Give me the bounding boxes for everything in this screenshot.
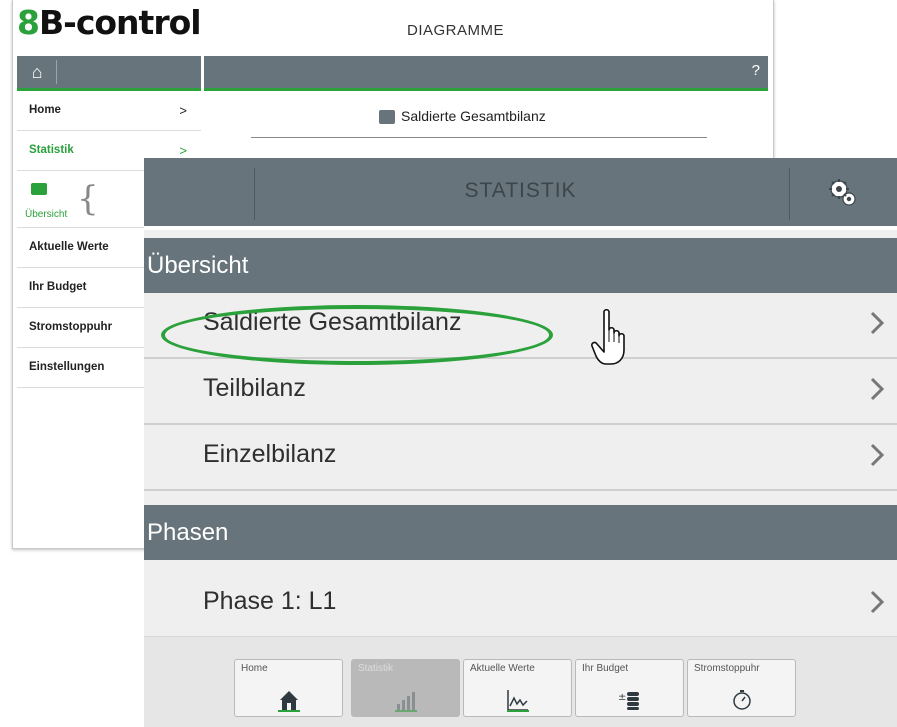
header-divider (144, 226, 897, 230)
chevron-right-icon (870, 590, 885, 614)
list-item-label: Phase 1: L1 (203, 587, 337, 615)
list-item-label: Einzelbilanz (203, 440, 337, 468)
statistik-panel: STATISTIK Übersicht Saldierte Gesamtbila… (144, 158, 897, 727)
bar-chart-icon (395, 692, 417, 712)
tab-statistik[interactable]: Statistik (351, 659, 460, 717)
left-toolbar: ⌂ (17, 56, 201, 91)
divider (789, 168, 790, 220)
coins-icon: ± (618, 692, 639, 710)
gears-icon[interactable] (828, 178, 858, 208)
tab-stromstoppuhr[interactable]: Stromstoppuhr (687, 659, 796, 717)
tab-aktuelle-werte[interactable]: Aktuelle Werte (463, 659, 572, 717)
highlight-ellipse (161, 305, 553, 365)
app-header: STATISTIK (144, 158, 897, 226)
tab-label: Home (241, 663, 268, 674)
tab-label: Aktuelle Werte (470, 663, 535, 674)
chevron-right-icon (870, 311, 885, 335)
meter-icon (379, 110, 395, 124)
right-toolbar: ? (204, 56, 768, 91)
tab-label: Statistik (358, 663, 394, 674)
list-item-phase-1[interactable]: Phase 1: L1 (144, 572, 897, 638)
tab-label: Stromstoppuhr (694, 663, 760, 674)
list-item-einzelbilanz[interactable]: Einzelbilanz (144, 425, 897, 491)
chevron-right-icon (870, 377, 885, 401)
app-title: STATISTIK (464, 179, 577, 202)
content-title: Saldierte Gesamtbilanz (401, 108, 546, 124)
chevron-right-icon: > (179, 103, 187, 118)
list-item-teilbilanz[interactable]: Teilbilanz (144, 359, 897, 425)
hand-cursor-icon (591, 308, 625, 365)
stopwatch-icon (733, 690, 751, 710)
brace-decoration: { (77, 179, 99, 219)
house-icon (278, 691, 300, 712)
tab-label: Ihr Budget (582, 663, 629, 674)
line-chart-icon (507, 690, 529, 712)
list-item-label: Teilbilanz (203, 374, 306, 402)
page-title: DIAGRAMME (407, 22, 505, 39)
sidebar-subitem-label: Übersicht (25, 209, 68, 220)
tab-home[interactable]: Home (234, 659, 343, 717)
bottom-nav: Home Statistik Aktuelle Werte Ihr Budget… (144, 636, 897, 727)
logo: 8B-control (17, 3, 202, 42)
sidebar-item-home[interactable]: Home > (17, 91, 201, 131)
meter-icon (31, 183, 47, 195)
section-header-phasen: Phasen (144, 505, 897, 560)
home-icon[interactable]: ⌂ (21, 56, 57, 88)
help-button[interactable]: ? (752, 62, 760, 79)
divider (251, 137, 707, 138)
tab-ihr-budget[interactable]: Ihr Budget ± (575, 659, 684, 717)
section-header-uebersicht: Übersicht (144, 238, 897, 293)
svg-text:±: ± (618, 692, 626, 703)
chevron-right-icon (870, 443, 885, 467)
